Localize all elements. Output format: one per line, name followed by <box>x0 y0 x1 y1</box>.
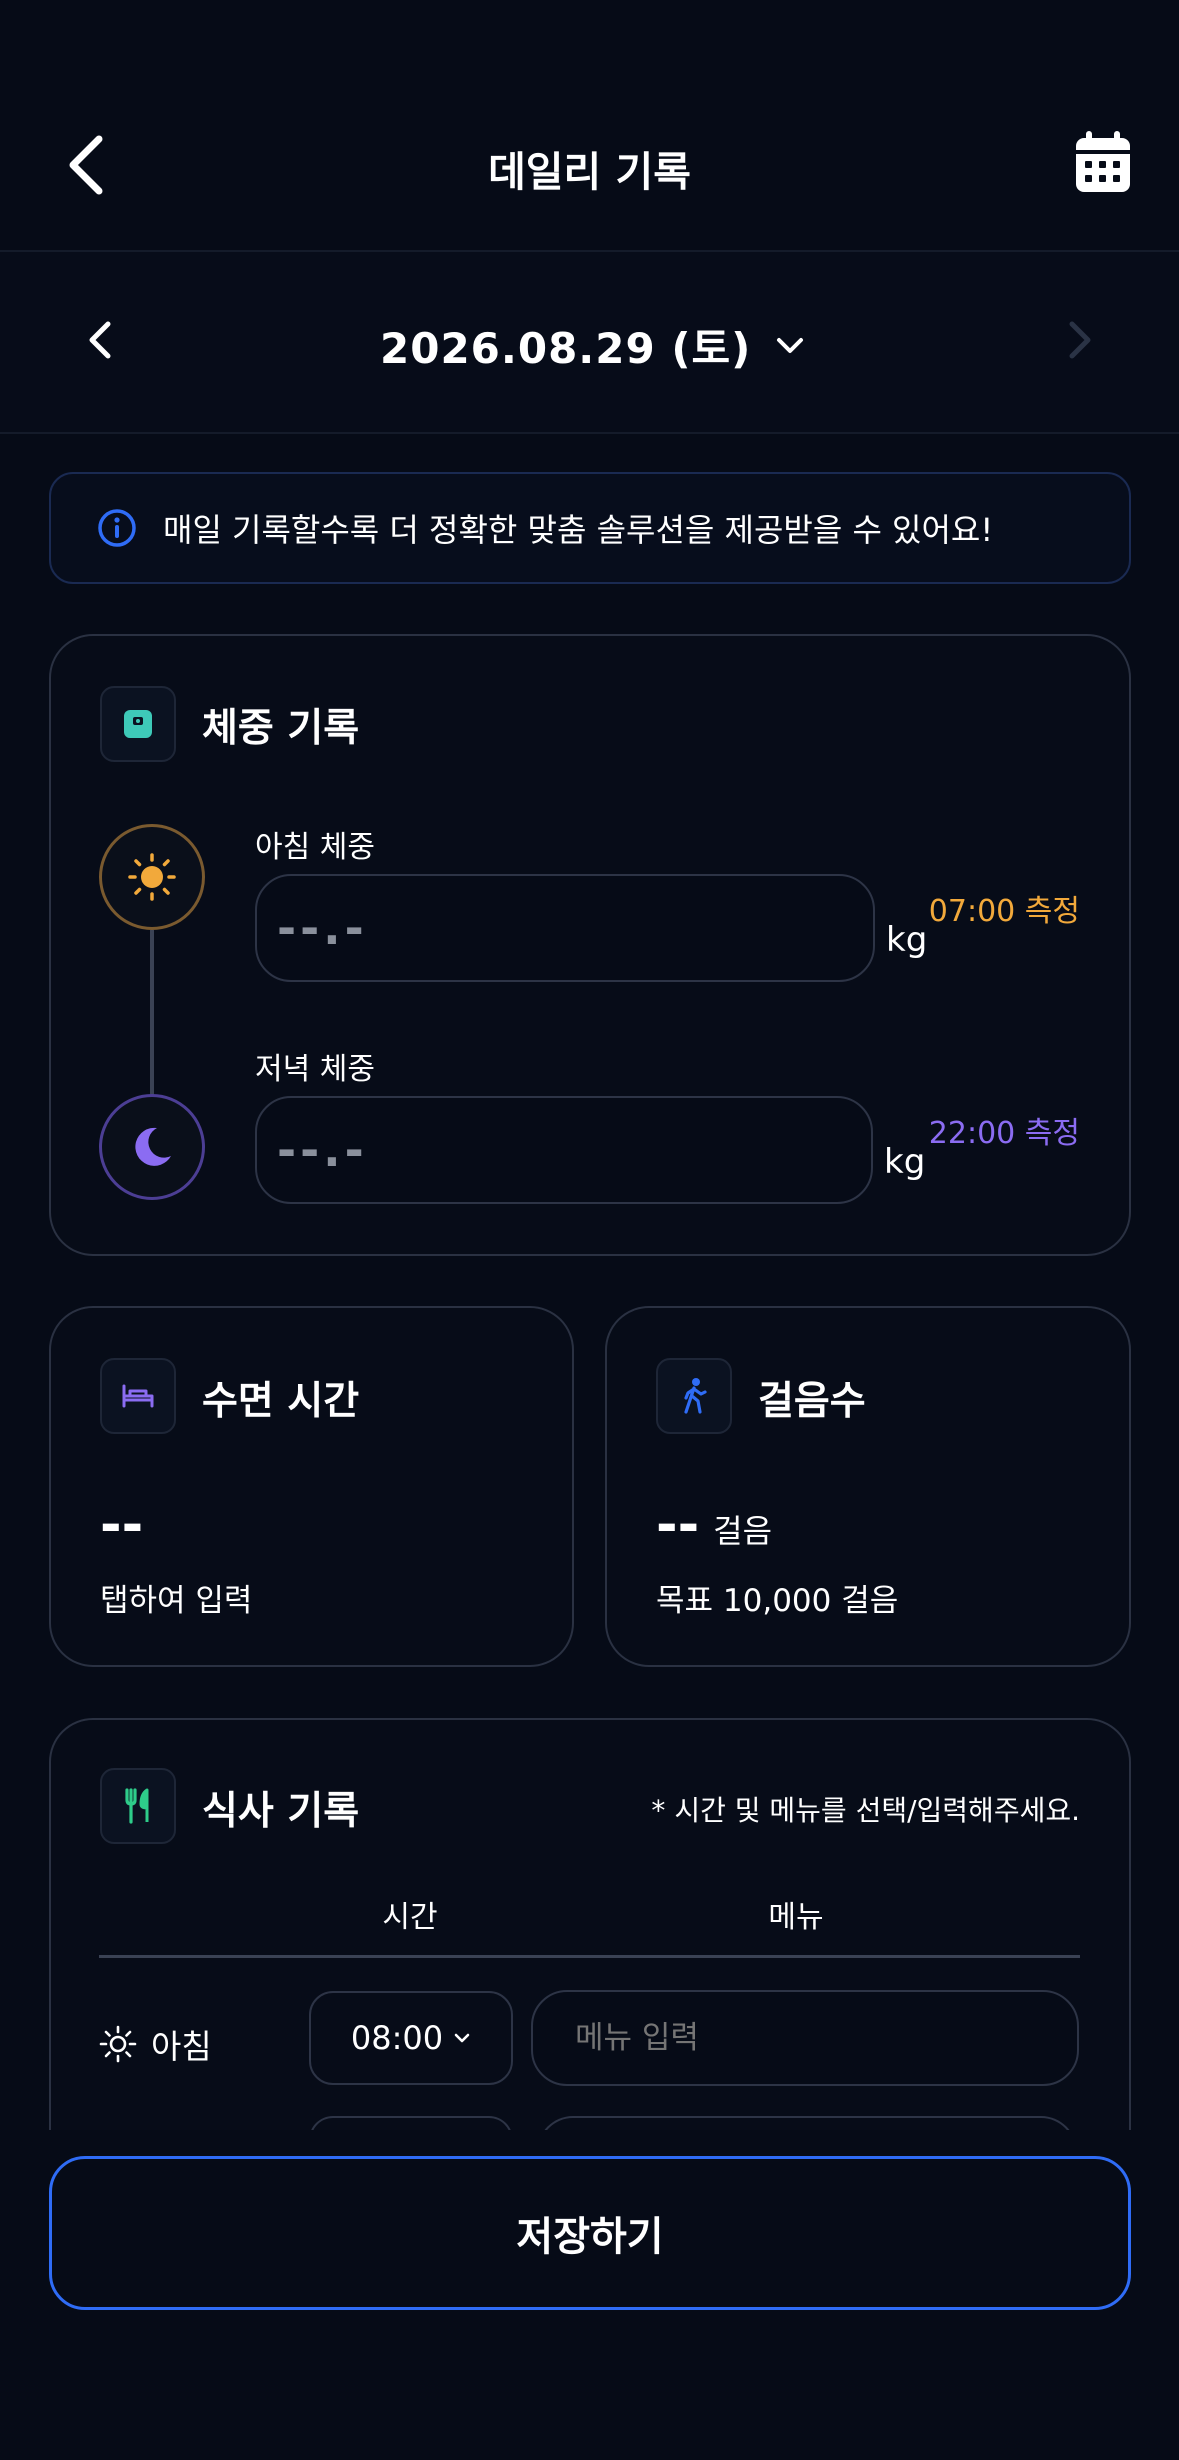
notice-text: 매일 기록할수록 더 정확한 맞춤 솔루션을 제공받을 수 있어요! <box>163 511 994 549</box>
steps-card-title: 걸음수 <box>758 1379 866 1424</box>
calendar-icon <box>1076 131 1130 192</box>
morning-weight-input[interactable]: --.- <box>255 874 875 982</box>
breakfast-time-value: 08:00 <box>350 2019 444 2057</box>
morning-time-tag: 07:00 측정 <box>928 894 1080 929</box>
next-day-button[interactable] <box>1050 310 1110 370</box>
walking-icon <box>684 1378 707 1414</box>
steps-value-row: -- 걸음 <box>656 1495 772 1555</box>
moon-icon <box>135 1127 171 1166</box>
meal-column-time: 시간 <box>382 1900 438 1935</box>
previous-day-button[interactable] <box>70 310 130 370</box>
current-date: 2026.08.29 (토) <box>380 324 752 373</box>
app-header <box>0 0 1179 250</box>
chevron-right-icon <box>1069 321 1091 359</box>
steps-value: -- <box>656 1495 700 1555</box>
utensils-icon <box>125 1788 149 1824</box>
evening-weight-input[interactable]: --.- <box>255 1096 873 1204</box>
info-notice: 매일 기록할수록 더 정확한 맞춤 솔루션을 제공받을 수 있어요! <box>49 472 1131 584</box>
meal-note: * 시간 및 메뉴를 선택/입력해주세요. <box>651 1794 1080 1827</box>
meal-header-divider <box>99 1955 1080 1958</box>
utensils-icon-box <box>100 1768 176 1844</box>
breakfast-menu-input[interactable] <box>531 1990 1079 2086</box>
page-title: 데일리 기록 <box>488 148 691 196</box>
evening-time-tag: 22:00 측정 <box>928 1116 1080 1151</box>
bed-icon-box <box>100 1358 176 1434</box>
breakfast-time-select[interactable]: 08:00 <box>309 1991 513 2085</box>
evening-marker <box>99 1094 205 1200</box>
sleep-hint: 탭하여 입력 <box>100 1583 253 1619</box>
morning-weight-label: 아침 체중 <box>255 830 375 865</box>
chevron-down-icon <box>777 337 804 353</box>
sleep-card-title: 수면 시간 <box>202 1379 360 1424</box>
sun-icon <box>128 853 176 901</box>
steps-goal: 목표 10,000 걸음 <box>656 1583 899 1619</box>
morning-marker <box>99 824 205 930</box>
save-button[interactable]: 저장하기 <box>49 2156 1131 2310</box>
evening-weight-label: 저녁 체중 <box>255 1052 375 1087</box>
date-selector[interactable]: 2026.08.29 (토) <box>380 315 805 376</box>
bed-icon <box>122 1384 154 1408</box>
sleep-value: -- <box>100 1495 144 1555</box>
meal-column-menu: 메뉴 <box>768 1900 824 1935</box>
meal-name: 아침 <box>151 2027 212 2066</box>
steps-unit: 걸음 <box>713 1512 773 1550</box>
calendar-button[interactable] <box>1074 130 1140 200</box>
scale-icon <box>124 710 152 738</box>
weight-card-title: 체중 기록 <box>202 706 360 751</box>
meal-card-title: 식사 기록 <box>202 1789 360 1834</box>
chevron-down-icon <box>454 2033 470 2043</box>
timeline-connector <box>150 930 154 1095</box>
info-icon <box>98 509 136 547</box>
meal-row-breakfast-label: 아침 <box>99 2020 212 2068</box>
scale-icon-box <box>100 686 176 762</box>
chevron-left-icon <box>89 321 111 359</box>
walk-icon-box <box>656 1358 732 1434</box>
sun-outline-icon <box>99 2025 137 2063</box>
